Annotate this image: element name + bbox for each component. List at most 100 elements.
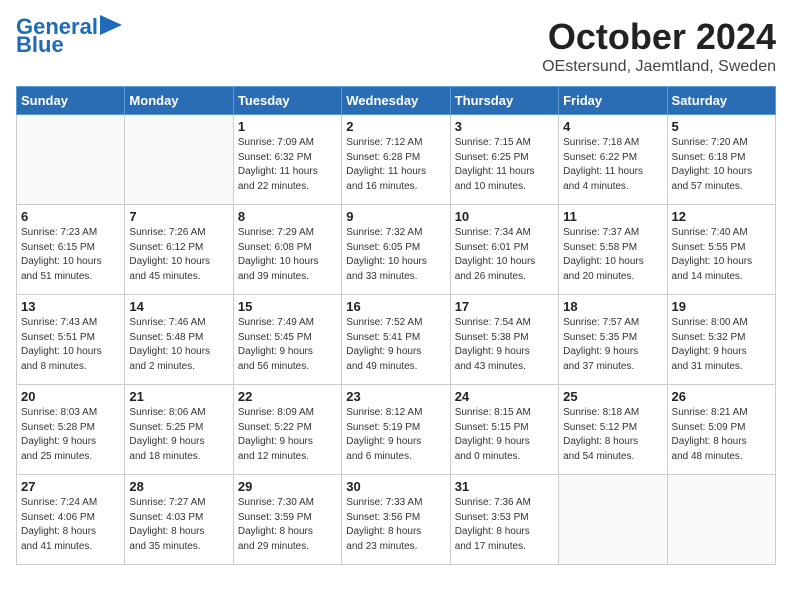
day-cell: 15 Sunrise: 7:49 AM Sunset: 5:45 PM Dayli… [233,295,341,385]
col-header-saturday: Saturday [667,87,775,115]
day-info: Sunrise: 7:43 AM Sunset: 5:51 PM Dayligh… [21,316,120,374]
day-cell: 8 Sunrise: 7:29 AM Sunset: 6:08 PM Daylig… [233,205,341,295]
day-number: 20 [21,389,120,404]
day-cell: 31 Sunrise: 7:36 AM Sunset: 3:53 PM Dayli… [450,475,558,565]
day-info: Sunrise: 7:30 AM Sunset: 3:59 PM Dayligh… [238,496,337,554]
day-cell: 23 Sunrise: 8:12 AM Sunset: 5:19 PM Dayli… [342,385,450,475]
day-cell: 26 Sunrise: 8:21 AM Sunset: 5:09 PM Dayli… [667,385,775,475]
day-info: Sunrise: 7:46 AM Sunset: 5:48 PM Dayligh… [129,316,228,374]
day-info: Sunrise: 8:18 AM Sunset: 5:12 PM Dayligh… [563,406,662,464]
day-cell: 11 Sunrise: 7:37 AM Sunset: 5:58 PM Dayli… [559,205,667,295]
calendar-header-row: SundayMondayTuesdayWednesdayThursdayFrid… [17,87,776,115]
day-info: Sunrise: 7:15 AM Sunset: 6:25 PM Dayligh… [455,136,554,194]
logo-text-blue: Blue [16,34,64,56]
day-cell: 13 Sunrise: 7:43 AM Sunset: 5:51 PM Dayli… [17,295,125,385]
day-number: 2 [346,119,445,134]
day-cell: 7Sunrise: 7:26 AM Sunset: 6:12 PM Daylig… [125,205,233,295]
day-cell [559,475,667,565]
day-number: 17 [455,299,554,314]
page-header: General Blue October 2024 OEstersund, Ja… [16,16,776,76]
day-info: Sunrise: 8:09 AM Sunset: 5:22 PM Dayligh… [238,406,337,464]
day-info: Sunrise: 7:40 AM Sunset: 5:55 PM Dayligh… [672,226,771,284]
day-cell: 3 Sunrise: 7:15 AM Sunset: 6:25 PM Daylig… [450,115,558,205]
day-number: 25 [563,389,662,404]
day-info: Sunrise: 8:21 AM Sunset: 5:09 PM Dayligh… [672,406,771,464]
day-cell: 17 Sunrise: 7:54 AM Sunset: 5:38 PM Dayli… [450,295,558,385]
day-cell: 14 Sunrise: 7:46 AM Sunset: 5:48 PM Dayli… [125,295,233,385]
day-number: 14 [129,299,228,314]
week-row-4: 20Sunrise: 8:03 AM Sunset: 5:28 PM Dayli… [17,385,776,475]
day-cell: 20Sunrise: 8:03 AM Sunset: 5:28 PM Dayli… [17,385,125,475]
day-cell: 21Sunrise: 8:06 AM Sunset: 5:25 PM Dayli… [125,385,233,475]
day-info: Sunrise: 7:27 AM Sunset: 4:03 PM Dayligh… [129,496,228,554]
day-cell [17,115,125,205]
day-cell: 6 Sunrise: 7:23 AM Sunset: 6:15 PM Daylig… [17,205,125,295]
week-row-2: 6 Sunrise: 7:23 AM Sunset: 6:15 PM Daylig… [17,205,776,295]
day-number: 11 [563,209,662,224]
week-row-5: 27Sunrise: 7:24 AM Sunset: 4:06 PM Dayli… [17,475,776,565]
day-number: 1 [238,119,337,134]
day-cell: 24Sunrise: 8:15 AM Sunset: 5:15 PM Dayli… [450,385,558,475]
day-info: Sunrise: 8:00 AM Sunset: 5:32 PM Dayligh… [672,316,771,374]
day-info: Sunrise: 7:37 AM Sunset: 5:58 PM Dayligh… [563,226,662,284]
day-number: 23 [346,389,445,404]
day-number: 8 [238,209,337,224]
day-cell: 10Sunrise: 7:34 AM Sunset: 6:01 PM Dayli… [450,205,558,295]
day-info: Sunrise: 7:29 AM Sunset: 6:08 PM Dayligh… [238,226,337,284]
month-title: October 2024 [542,16,776,58]
day-cell: 19 Sunrise: 8:00 AM Sunset: 5:32 PM Dayli… [667,295,775,385]
day-number: 15 [238,299,337,314]
day-number: 13 [21,299,120,314]
day-number: 27 [21,479,120,494]
col-header-friday: Friday [559,87,667,115]
day-number: 16 [346,299,445,314]
day-cell: 2 Sunrise: 7:12 AM Sunset: 6:28 PM Daylig… [342,115,450,205]
day-cell: 18 Sunrise: 7:57 AM Sunset: 5:35 PM Dayli… [559,295,667,385]
day-info: Sunrise: 7:57 AM Sunset: 5:35 PM Dayligh… [563,316,662,374]
day-info: Sunrise: 7:23 AM Sunset: 6:15 PM Dayligh… [21,226,120,284]
calendar-table: SundayMondayTuesdayWednesdayThursdayFrid… [16,86,776,565]
day-cell [125,115,233,205]
day-info: Sunrise: 7:54 AM Sunset: 5:38 PM Dayligh… [455,316,554,374]
day-number: 24 [455,389,554,404]
day-info: Sunrise: 7:49 AM Sunset: 5:45 PM Dayligh… [238,316,337,374]
day-number: 19 [672,299,771,314]
day-number: 29 [238,479,337,494]
day-info: Sunrise: 7:36 AM Sunset: 3:53 PM Dayligh… [455,496,554,554]
col-header-tuesday: Tuesday [233,87,341,115]
day-cell: 25 Sunrise: 8:18 AM Sunset: 5:12 PM Dayli… [559,385,667,475]
day-info: Sunrise: 7:09 AM Sunset: 6:32 PM Dayligh… [238,136,337,194]
day-info: Sunrise: 7:34 AM Sunset: 6:01 PM Dayligh… [455,226,554,284]
day-cell: 9 Sunrise: 7:32 AM Sunset: 6:05 PM Daylig… [342,205,450,295]
day-number: 9 [346,209,445,224]
day-info: Sunrise: 8:12 AM Sunset: 5:19 PM Dayligh… [346,406,445,464]
day-info: Sunrise: 7:12 AM Sunset: 6:28 PM Dayligh… [346,136,445,194]
day-cell: 4Sunrise: 7:18 AM Sunset: 6:22 PM Daylig… [559,115,667,205]
day-cell: 22Sunrise: 8:09 AM Sunset: 5:22 PM Dayli… [233,385,341,475]
day-info: Sunrise: 7:20 AM Sunset: 6:18 PM Dayligh… [672,136,771,194]
col-header-wednesday: Wednesday [342,87,450,115]
day-number: 31 [455,479,554,494]
day-number: 7 [129,209,228,224]
day-number: 18 [563,299,662,314]
day-number: 6 [21,209,120,224]
day-cell: 29 Sunrise: 7:30 AM Sunset: 3:59 PM Dayli… [233,475,341,565]
day-info: Sunrise: 7:33 AM Sunset: 3:56 PM Dayligh… [346,496,445,554]
day-cell: 28Sunrise: 7:27 AM Sunset: 4:03 PM Dayli… [125,475,233,565]
col-header-sunday: Sunday [17,87,125,115]
day-number: 26 [672,389,771,404]
day-cell: 30 Sunrise: 7:33 AM Sunset: 3:56 PM Dayli… [342,475,450,565]
day-number: 3 [455,119,554,134]
logo-arrow-icon [100,15,122,35]
day-cell [667,475,775,565]
day-cell: 5 Sunrise: 7:20 AM Sunset: 6:18 PM Daylig… [667,115,775,205]
day-number: 30 [346,479,445,494]
day-cell: 12 Sunrise: 7:40 AM Sunset: 5:55 PM Dayli… [667,205,775,295]
day-info: Sunrise: 7:32 AM Sunset: 6:05 PM Dayligh… [346,226,445,284]
week-row-1: 1 Sunrise: 7:09 AM Sunset: 6:32 PM Daylig… [17,115,776,205]
day-number: 4 [563,119,662,134]
day-cell: 27Sunrise: 7:24 AM Sunset: 4:06 PM Dayli… [17,475,125,565]
day-number: 5 [672,119,771,134]
week-row-3: 13 Sunrise: 7:43 AM Sunset: 5:51 PM Dayli… [17,295,776,385]
day-number: 12 [672,209,771,224]
